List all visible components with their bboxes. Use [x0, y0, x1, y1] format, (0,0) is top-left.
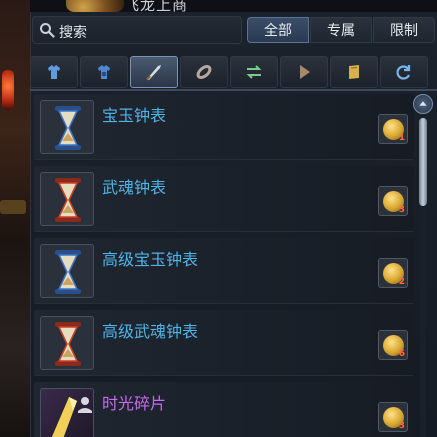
item-icon-box	[40, 172, 94, 226]
item-name: 时光碎片	[102, 394, 167, 413]
exchange-icon	[246, 65, 262, 79]
cost-slot: 3	[378, 402, 408, 432]
scenery-glow	[0, 200, 26, 214]
background-scenery	[0, 0, 30, 437]
filter-exclusive-button[interactable]: 专属	[310, 17, 372, 43]
chevron-up-icon	[419, 101, 427, 106]
category-tabs	[30, 56, 437, 90]
item-icon-box	[40, 244, 94, 298]
item-icon-box	[40, 316, 94, 370]
scroll-thumb[interactable]	[419, 118, 427, 206]
tabs-divider	[30, 89, 437, 91]
search-input[interactable]: 搜索	[32, 16, 242, 44]
weapon-icon	[146, 65, 161, 81]
cost-slot: 3	[378, 186, 408, 216]
cost-slot: 2	[378, 258, 408, 288]
tab-fashion-outfit[interactable]	[80, 56, 128, 88]
tab-flag[interactable]	[280, 56, 328, 88]
search-icon	[40, 23, 55, 38]
tab-refresh[interactable]	[380, 56, 428, 88]
tab-book[interactable]	[330, 56, 378, 88]
list-item[interactable]: 高级宝玉钟表 2	[34, 238, 414, 304]
item-name: 高级武魂钟表	[102, 322, 199, 341]
item-name: 武魂钟表	[102, 178, 167, 197]
hourglass-red-icon	[55, 322, 81, 366]
list-item[interactable]: 武魂钟表 3	[34, 166, 414, 232]
game-shop-window: 飞龙上商 搜索 全部 专属 限制 宝玉钟表 1 武魂钟表 3 高级宝玉钟表 2 …	[0, 0, 437, 437]
ring-icon	[196, 65, 212, 79]
list-item[interactable]: 宝玉钟表 1	[34, 94, 414, 160]
title-banner: 飞龙上商	[30, 0, 437, 14]
lantern-decoration	[2, 70, 14, 110]
fashion-outfit-icon	[98, 65, 110, 79]
scroll-up-button[interactable]	[413, 94, 433, 114]
item-icon-box	[40, 388, 94, 437]
cost-quantity: 6	[398, 349, 405, 359]
flag-icon	[300, 65, 310, 79]
cost-quantity: 3	[398, 421, 405, 431]
cost-slot: 1	[378, 114, 408, 144]
search-label: 搜索	[59, 25, 87, 41]
shop-logo-icon	[66, 0, 124, 12]
item-name: 高级宝玉钟表	[102, 250, 199, 269]
hourglass-blue-icon	[55, 106, 81, 150]
list-item[interactable]: 高级武魂钟表 6	[34, 310, 414, 376]
item-list: 宝玉钟表 1 武魂钟表 3 高级宝玉钟表 2 高级武魂钟表 6 时光碎片 3	[34, 94, 414, 437]
hourglass-red-icon	[55, 178, 81, 222]
time-shard-icon	[51, 397, 92, 437]
item-icon-box	[40, 100, 94, 154]
tab-weapon[interactable]	[130, 56, 178, 88]
filter-all-button[interactable]: 全部	[247, 17, 309, 43]
tab-exchange[interactable]	[230, 56, 278, 88]
refresh-icon	[396, 65, 411, 80]
book-icon	[349, 65, 359, 79]
cost-quantity: 2	[398, 277, 405, 287]
cost-slot: 6	[378, 330, 408, 360]
tab-fashion-top[interactable]	[30, 56, 78, 88]
tab-ring[interactable]	[180, 56, 228, 88]
fashion-top-icon	[48, 65, 60, 79]
filter-limited-button[interactable]: 限制	[373, 17, 435, 43]
cost-quantity: 3	[398, 205, 405, 215]
item-name: 宝玉钟表	[102, 106, 167, 125]
list-item[interactable]: 时光碎片 3	[34, 382, 414, 437]
hourglass-blue-icon	[55, 250, 81, 294]
cost-quantity: 1	[398, 133, 405, 143]
